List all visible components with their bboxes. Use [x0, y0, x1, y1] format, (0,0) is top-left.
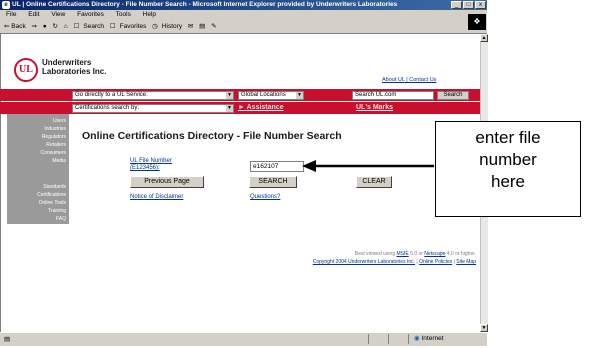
ie-throbber-icon: ❖: [468, 14, 486, 30]
page-title: Online Certifications Directory - File N…: [82, 130, 342, 142]
header-links: About UL | Contact Us: [382, 77, 437, 83]
nav-item-media[interactable]: Media: [52, 158, 66, 164]
cert-search-select-value: Certifications search by:: [75, 105, 140, 111]
search-label: Search: [83, 23, 104, 30]
annotation-callout: enter file number here: [435, 121, 581, 217]
global-locations-select[interactable]: Global Locations ▼: [238, 91, 304, 100]
nav-item-regulators[interactable]: Regulators: [42, 134, 66, 140]
file-number-label-link[interactable]: UL File Number (E123456):: [130, 158, 172, 172]
history-label: History: [161, 23, 183, 30]
search-submit-button[interactable]: SEARCH: [249, 176, 297, 188]
window-title-bar[interactable]: UL | Online Certifications Directory - F…: [0, 0, 487, 10]
questions-link[interactable]: Questions?: [250, 194, 280, 200]
site-map-link[interactable]: Site Map: [456, 259, 476, 265]
netscape-link[interactable]: Netscape: [424, 251, 445, 257]
copyright-line: Copyright 2004 Underwriters Laboratories…: [312, 259, 476, 265]
ul-logo[interactable]: UL: [14, 58, 38, 82]
about-link[interactable]: About UL: [382, 77, 405, 83]
page-icon: ▤: [4, 336, 11, 343]
browser-note-suffix: 4.0 or higher.: [446, 251, 476, 257]
callout-line2: number: [479, 150, 537, 169]
clear-button[interactable]: CLEAR: [356, 176, 392, 188]
browser-note-mid: 5.0 or: [410, 251, 423, 257]
window-title: UL | Online Certifications Directory - F…: [12, 1, 398, 8]
menu-bar: File Edit View Favorites Tools Help: [0, 10, 487, 20]
disclaimer-link[interactable]: Notice of Disclaimer: [130, 194, 183, 200]
back-button[interactable]: ⇐ Back: [4, 23, 26, 30]
msie-link[interactable]: MSIE: [396, 251, 408, 257]
scroll-down-icon[interactable]: ▼: [480, 324, 488, 332]
menu-tools[interactable]: Tools: [116, 11, 131, 18]
nav-item-online-tools[interactable]: Online Tools: [39, 200, 66, 206]
site-search-input[interactable]: Search UL.com: [352, 91, 434, 100]
security-zone: ◉ Internet: [414, 333, 444, 345]
ie-icon: e: [2, 1, 10, 9]
refresh-icon[interactable]: ↻: [53, 23, 58, 30]
nav-item-users[interactable]: Users: [53, 118, 66, 124]
favorites-button[interactable]: ☐ Favorites: [110, 23, 147, 30]
maximize-button[interactable]: □: [463, 1, 474, 9]
forward-button[interactable]: ⇒: [32, 23, 37, 30]
contact-link[interactable]: Contact Us: [409, 77, 436, 83]
search-button[interactable]: ☐ Search: [74, 23, 104, 30]
copyright-link[interactable]: Copyright 2004 Underwriters Laboratories…: [313, 259, 415, 265]
mail-icon[interactable]: ✉: [188, 23, 193, 30]
left-navigation: Users Industries Regulators Retailers Co…: [7, 114, 69, 224]
nav-item-consumers[interactable]: Consumers: [40, 150, 66, 156]
callout-line1: enter file: [475, 128, 541, 147]
print-icon[interactable]: ▤: [199, 23, 205, 30]
browser-note: Best viewed using MSIE 5.0 or Netscape 4…: [240, 250, 476, 258]
zone-label: Internet: [421, 335, 444, 342]
company-name-line1: Underwriters: [42, 58, 92, 67]
menu-favorites[interactable]: Favorites: [77, 11, 104, 18]
online-policies-link[interactable]: Online Policies: [419, 259, 452, 265]
previous-page-button[interactable]: Previous Page: [130, 176, 204, 188]
minimize-button[interactable]: _: [451, 1, 462, 9]
ul-service-select[interactable]: Go directly to a UL Service: ▼: [72, 91, 234, 100]
menu-help[interactable]: Help: [143, 11, 156, 18]
home-icon[interactable]: ⌂: [64, 23, 68, 30]
chevron-down-icon[interactable]: ▼: [226, 92, 233, 99]
close-button[interactable]: x: [475, 1, 486, 9]
site-search-button[interactable]: Search: [437, 91, 469, 100]
browser-note-prefix: Best viewed using: [354, 251, 396, 257]
stop-icon[interactable]: ●: [43, 23, 47, 30]
nav-item-retailers[interactable]: Retailers: [46, 142, 66, 148]
global-locations-value: Global Locations: [241, 92, 286, 98]
status-divider: [388, 334, 389, 344]
edit-icon[interactable]: ✎: [211, 23, 216, 30]
nav-item-certifications[interactable]: Certifications: [37, 192, 66, 198]
company-name-line2: Laboratories Inc.: [42, 67, 107, 76]
callout-arrow: [302, 160, 434, 172]
favorites-label: Favorites: [119, 23, 147, 30]
chevron-down-icon[interactable]: ▼: [226, 105, 233, 112]
menu-file[interactable]: File: [6, 11, 16, 18]
status-divider: [408, 334, 409, 344]
scroll-up-icon[interactable]: ▲: [480, 34, 488, 42]
nav-item-standards[interactable]: Standards: [43, 184, 66, 190]
globe-icon: ◉: [414, 335, 420, 342]
page-footer: Best viewed using MSIE 5.0 or Netscape 4…: [240, 250, 476, 266]
file-number-input[interactable]: e162107: [250, 161, 304, 172]
menu-view[interactable]: View: [51, 11, 65, 18]
file-number-label-line2: (E123456):: [130, 165, 160, 171]
nav-item-industries[interactable]: Industries: [44, 126, 66, 132]
file-number-label-line1: UL File Number: [130, 158, 172, 164]
cert-search-select[interactable]: Certifications search by: ▼: [72, 104, 234, 113]
nav-item-faq[interactable]: FAQ: [56, 216, 66, 222]
company-name: Underwriters Laboratories Inc.: [42, 58, 142, 76]
assistance-label: Assistance: [246, 104, 284, 111]
status-divider: [368, 334, 369, 344]
ul-marks-link[interactable]: UL's Marks: [356, 104, 393, 111]
assistance-link[interactable]: ► Assistance: [238, 104, 284, 111]
toolbar: ⇐ Back ⇒ ● ↻ ⌂ ☐ Search ☐ Favorites ◷ Histo…: [0, 20, 487, 34]
chevron-down-icon[interactable]: ▼: [296, 92, 303, 99]
ul-service-select-value: Go directly to a UL Service:: [75, 92, 148, 98]
callout-line3: here: [490, 172, 526, 191]
menu-edit[interactable]: Edit: [28, 11, 39, 18]
nav-item-training[interactable]: Training: [48, 208, 66, 214]
history-button[interactable]: ◷ History: [152, 23, 182, 30]
